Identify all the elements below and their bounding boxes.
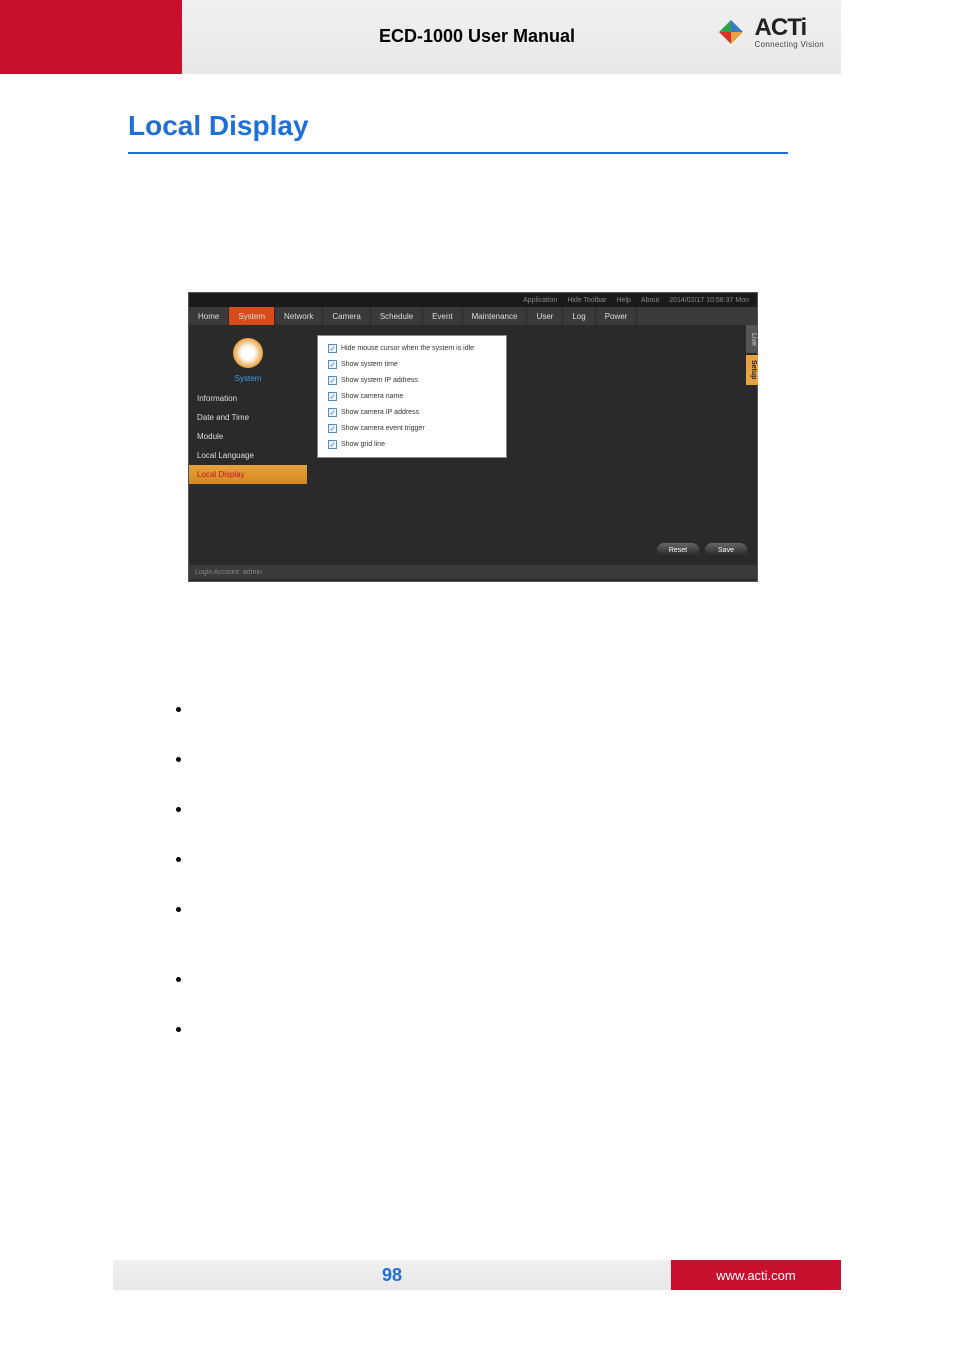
checkbox-icon: ✓: [328, 344, 337, 353]
topbar-datetime: 2014/02/17 10:58:37 Mon: [669, 297, 749, 304]
main-tabs-row: Home System Network Camera Schedule Even…: [189, 307, 757, 325]
list-item: [176, 1020, 776, 1032]
login-account-footer: Login Account: admin: [189, 565, 757, 579]
sidebar-item-date-time[interactable]: Date and Time: [189, 408, 307, 427]
checkbox-show-camera-event-trigger[interactable]: ✓Show camera event trigger: [328, 424, 496, 433]
logo-text-sub: Connecting Vision: [755, 40, 824, 49]
checkbox-icon: ✓: [328, 392, 337, 401]
checkbox-hide-mouse[interactable]: ✓Hide mouse cursor when the system is id…: [328, 344, 496, 353]
tab-schedule[interactable]: Schedule: [371, 307, 423, 325]
gear-icon: [233, 338, 263, 368]
sidebar-section-label: System: [235, 374, 262, 383]
app-topbar: Application Hide Toolbar Help About 2014…: [189, 293, 757, 307]
tab-user[interactable]: User: [527, 307, 563, 325]
list-item: [176, 750, 776, 762]
bullet-icon: [176, 1027, 181, 1032]
bullet-icon: [176, 977, 181, 982]
bullet-list: [176, 700, 776, 1070]
list-item: [176, 700, 776, 712]
section-underline: [128, 152, 788, 154]
list-item: [176, 800, 776, 812]
sidebar-item-information[interactable]: Information: [189, 389, 307, 408]
tab-system[interactable]: System: [229, 307, 275, 325]
bullet-icon: [176, 857, 181, 862]
settings-content-pane: ✓Hide mouse cursor when the system is id…: [307, 325, 757, 565]
tab-log[interactable]: Log: [563, 307, 595, 325]
bullet-icon: [176, 757, 181, 762]
list-item: [176, 850, 776, 862]
brand-logo: ACTi Connecting Vision: [713, 14, 824, 50]
tab-network[interactable]: Network: [275, 307, 323, 325]
checkbox-panel: ✓Hide mouse cursor when the system is id…: [317, 335, 507, 458]
sidebar-item-local-language[interactable]: Local Language: [189, 446, 307, 465]
tab-maintenance[interactable]: Maintenance: [463, 307, 528, 325]
footer-url: www.acti.com: [671, 1260, 841, 1290]
bullet-icon: [176, 707, 181, 712]
tab-power[interactable]: Power: [596, 307, 638, 325]
save-button[interactable]: Save: [705, 543, 747, 557]
section-heading: Local Display: [128, 110, 309, 142]
bullet-icon: [176, 807, 181, 812]
checkbox-show-camera-ip[interactable]: ✓Show camera IP address: [328, 408, 496, 417]
bullet-icon: [176, 907, 181, 912]
list-item: [176, 970, 776, 982]
sidebar-item-local-display[interactable]: Local Display: [189, 465, 307, 484]
topbar-application[interactable]: Application: [523, 297, 557, 304]
application-screenshot: Application Hide Toolbar Help About 2014…: [188, 292, 758, 582]
checkbox-show-system-ip[interactable]: ✓Show system IP address: [328, 376, 496, 385]
tab-home[interactable]: Home: [189, 307, 229, 325]
checkbox-icon: ✓: [328, 360, 337, 369]
side-tab-live[interactable]: Live: [746, 325, 758, 353]
topbar-about[interactable]: About: [641, 297, 659, 304]
reset-button[interactable]: Reset: [657, 543, 699, 557]
checkbox-icon: ✓: [328, 408, 337, 417]
list-item: [176, 900, 776, 912]
topbar-help[interactable]: Help: [617, 297, 631, 304]
logo-icon: [713, 14, 749, 50]
checkbox-show-camera-name[interactable]: ✓Show camera name: [328, 392, 496, 401]
topbar-hide-toolbar[interactable]: Hide Toolbar: [567, 297, 606, 304]
checkbox-icon: ✓: [328, 440, 337, 449]
tab-event[interactable]: Event: [423, 307, 462, 325]
side-tab-setup[interactable]: Setup: [746, 355, 758, 385]
sidebar-item-module[interactable]: Module: [189, 427, 307, 446]
page-footer: 98 www.acti.com: [113, 1260, 841, 1290]
checkbox-show-system-time[interactable]: ✓Show system time: [328, 360, 496, 369]
logo-text-main: ACTi: [755, 16, 824, 40]
checkbox-show-grid-line[interactable]: ✓Show grid line: [328, 440, 496, 449]
checkbox-icon: ✓: [328, 376, 337, 385]
checkbox-icon: ✓: [328, 424, 337, 433]
tab-camera[interactable]: Camera: [323, 307, 370, 325]
page-number: 98: [113, 1260, 671, 1290]
settings-sidebar: System Information Date and Time Module …: [189, 325, 307, 565]
